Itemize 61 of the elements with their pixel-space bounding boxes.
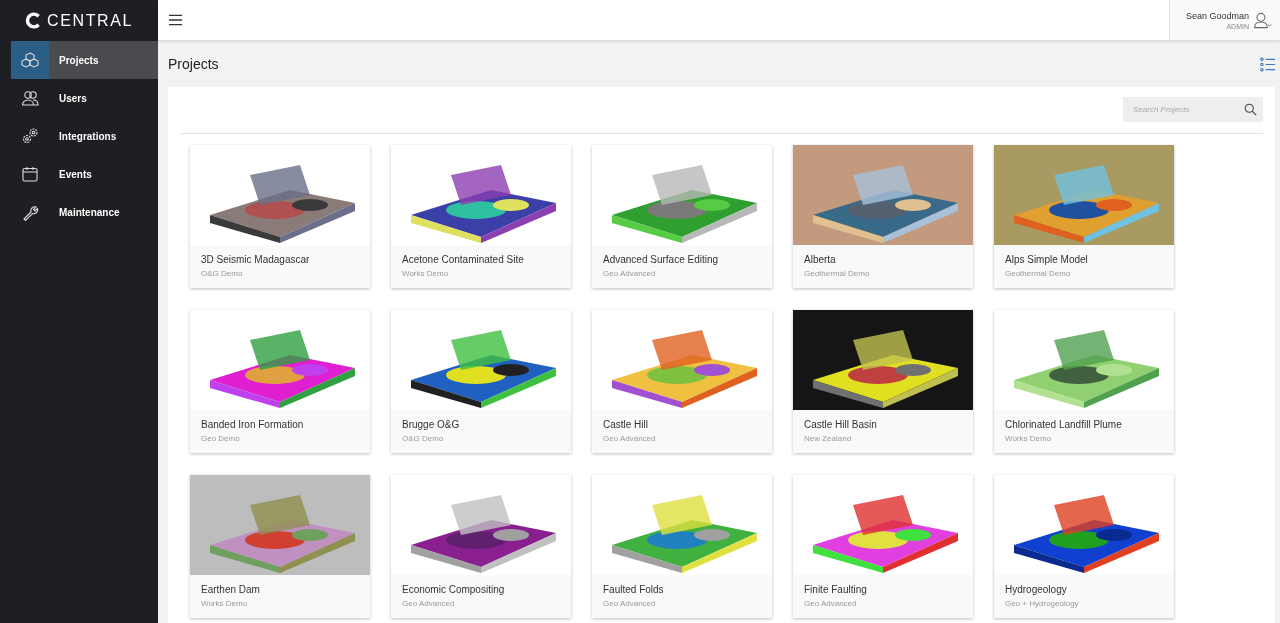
project-card[interactable]: Alberta Geothermal Demo <box>793 145 973 288</box>
calendar-icon <box>21 165 39 183</box>
project-name: Advanced Surface Editing <box>603 254 720 265</box>
page-title: Projects <box>168 56 219 72</box>
project-name: Alps Simple Model <box>1005 254 1089 265</box>
project-name: Chlorinated Landfill Plume <box>1005 419 1123 430</box>
project-card[interactable]: Castle Hill Geo Advanced <box>592 310 772 453</box>
project-name: Hydrogeology <box>1005 584 1068 595</box>
project-category: Geo Demo <box>201 434 241 443</box>
project-card[interactable]: Earthen Dam Works Demo <box>190 475 370 618</box>
project-category: Geothermal Demo <box>804 269 871 278</box>
project-name: Castle Hill <box>603 419 649 430</box>
project-category: Works Demo <box>402 269 450 278</box>
project-card[interactable]: Alps Simple Model Geothermal Demo <box>994 145 1174 288</box>
gears-icon <box>21 127 39 145</box>
project-category: Geothermal Demo <box>1005 269 1072 278</box>
project-category: Geo Advanced <box>402 599 456 608</box>
wrench-icon <box>21 203 39 221</box>
project-name: Castle Hill Basin <box>804 419 878 430</box>
project-card[interactable]: Advanced Surface Editing Geo Advanced <box>592 145 772 288</box>
project-category: O&G Demo <box>402 434 445 443</box>
project-category: Geo Advanced <box>804 599 858 608</box>
project-name: Faulted Folds <box>603 584 665 595</box>
project-category: Geo + Hydrogeology <box>1005 599 1080 608</box>
project-category: Geo Advanced <box>603 599 657 608</box>
project-name: Finite Faulting <box>804 584 868 595</box>
project-card[interactable]: Chlorinated Landfill Plume Works Demo <box>994 310 1174 453</box>
project-card[interactable]: Castle Hill Basin New Zealand <box>793 310 973 453</box>
project-card[interactable]: Finite Faulting Geo Advanced <box>793 475 973 618</box>
sidebar-item[interactable]: Events <box>11 155 158 193</box>
project-category: Works Demo <box>1005 434 1053 443</box>
project-card[interactable]: Faulted Folds Geo Advanced <box>592 475 772 618</box>
project-name: Acetone Contaminated Site <box>402 254 525 265</box>
search-icon[interactable] <box>1244 103 1257 116</box>
project-name: Economic Compositing <box>402 584 506 595</box>
project-card[interactable]: Hydrogeology Geo + Hydrogeology <box>994 475 1174 618</box>
project-card[interactable]: Brugge O&G O&G Demo <box>391 310 571 453</box>
sidebar-item[interactable]: Maintenance <box>11 193 158 231</box>
list-view-button[interactable] <box>1260 56 1275 72</box>
project-category: Geo Advanced <box>603 269 657 278</box>
users-icon <box>21 89 39 107</box>
project-name: Earthen Dam <box>201 584 261 595</box>
cubes-icon <box>21 51 39 69</box>
project-name: 3D Seismic Madagascar <box>201 254 311 265</box>
sidebar-item[interactable]: Integrations <box>11 117 158 155</box>
project-name: Banded Iron Formation <box>201 419 305 430</box>
project-category: Works Demo <box>201 599 249 608</box>
project-card[interactable]: Banded Iron Formation Geo Demo <box>190 310 370 453</box>
project-category: Geo Advanced <box>603 434 657 443</box>
brand-name: CENTRAL <box>47 11 133 30</box>
project-card[interactable]: Economic Compositing Geo Advanced <box>391 475 571 618</box>
sidebar-item[interactable]: Users <box>11 79 158 117</box>
project-name: Alberta <box>804 254 837 265</box>
user-name: Sean Goodman <box>1185 10 1249 21</box>
project-name: Brugge O&G <box>402 419 461 430</box>
project-card[interactable]: 3D Seismic Madagascar O&G Demo <box>190 145 370 288</box>
project-category: New Zealand <box>804 434 853 443</box>
project-category: O&G Demo <box>201 269 244 278</box>
user-icon[interactable] <box>1253 10 1272 30</box>
sidebar-item[interactable]: Projects <box>11 41 158 79</box>
project-card[interactable]: Acetone Contaminated Site Works Demo <box>391 145 571 288</box>
